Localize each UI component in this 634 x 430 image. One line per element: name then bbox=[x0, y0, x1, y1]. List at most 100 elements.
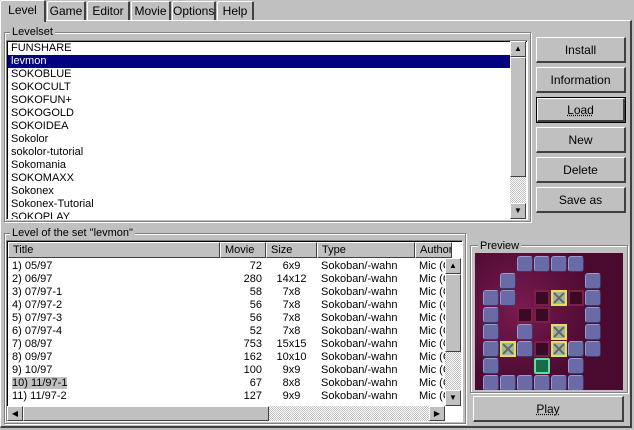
tab-options[interactable]: Options bbox=[172, 1, 216, 20]
levelset-item[interactable]: SOKOBLUE bbox=[8, 68, 511, 81]
delete-button[interactable]: Delete bbox=[536, 157, 626, 183]
cell-text: 127 bbox=[243, 390, 262, 402]
wall-tile bbox=[534, 375, 550, 390]
levelset-item[interactable]: SOKOMAXX bbox=[8, 172, 511, 185]
new-button[interactable]: New bbox=[536, 127, 626, 153]
preview-board bbox=[475, 253, 623, 390]
save-as-button[interactable]: Save as bbox=[536, 187, 626, 213]
cell-col-type: Sokoban/-wahn bbox=[321, 298, 411, 312]
cell-text: Sokoban/-wahn bbox=[321, 338, 398, 350]
wall-tile bbox=[500, 273, 516, 289]
levelset-item[interactable]: sokolor-tutorial bbox=[8, 146, 511, 159]
tab-level[interactable]: Level bbox=[0, 0, 46, 22]
wall-tile bbox=[568, 341, 584, 357]
levelset-item[interactable]: SOKOPLAY bbox=[8, 211, 511, 219]
goal-tile bbox=[534, 341, 550, 357]
levels-scroll-up-button[interactable]: ▲ bbox=[445, 258, 461, 274]
install-button[interactable]: Install bbox=[536, 37, 626, 63]
tab-movie[interactable]: Movie bbox=[131, 1, 171, 20]
preview-group-label: Preview bbox=[478, 240, 522, 252]
load-label: Load bbox=[567, 103, 594, 117]
levels-scroll-down-button[interactable]: ▼ bbox=[445, 390, 461, 406]
levelset-item[interactable]: FUNSHARE bbox=[8, 42, 511, 55]
cell-col-title: 6) 07/97-4 bbox=[12, 324, 216, 338]
cell-col-size: 14x12 bbox=[270, 272, 313, 286]
cell-col-title: 9) 10/97 bbox=[12, 363, 216, 377]
information-button[interactable]: Information bbox=[536, 67, 626, 93]
load-button[interactable]: Load bbox=[536, 97, 626, 123]
table-row[interactable]: 10) 11/97-1 67 8x8 Sokoban/-wahn Mic (G bbox=[8, 376, 447, 390]
cell-text: Mic (G bbox=[419, 325, 447, 337]
cell-col-title: 2) 06/97 bbox=[12, 272, 216, 286]
header-col-type[interactable]: Type bbox=[317, 242, 415, 258]
wall-tile bbox=[568, 256, 584, 272]
levelset-scrollbar[interactable]: ▲ ▼ bbox=[510, 41, 526, 219]
cell-col-movie: 58 bbox=[220, 285, 262, 299]
table-row[interactable]: 1) 05/97 72 6x9 Sokoban/-wahn Mic (G bbox=[8, 259, 447, 273]
tab-editor[interactable]: Editor bbox=[87, 1, 130, 20]
cell-text: Sokoban/-wahn bbox=[321, 299, 398, 311]
table-row[interactable]: 7) 08/97 753 15x15 Sokoban/-wahn Mic (G bbox=[8, 337, 447, 351]
levels-vscrollbar[interactable]: ▲ ▼ bbox=[445, 258, 461, 406]
box-icon bbox=[551, 341, 567, 357]
cell-text: 10) 11/97-1 bbox=[12, 377, 68, 389]
levels-hscrollbar[interactable]: ◀ ▶ bbox=[7, 406, 445, 421]
wall-tile bbox=[483, 358, 499, 374]
cell-col-author: Mic (G bbox=[419, 259, 447, 273]
levelset-list[interactable]: FUNSHARE levmon SOKOBLUE SOKOCULT SOKOFUN+ SO… bbox=[6, 40, 528, 220]
levels-hscroll-thumb[interactable] bbox=[23, 406, 269, 421]
cell-text: 72 bbox=[249, 260, 262, 272]
cell-text: Mic (G bbox=[419, 364, 447, 376]
levels-table[interactable]: Title Movie Size Type Author 1) 05/97 72 6x9 So… bbox=[6, 240, 463, 422]
levelset-item[interactable]: SOKOCULT bbox=[8, 81, 511, 94]
levels-scroll-right-button[interactable]: ▶ bbox=[429, 406, 445, 421]
cell-col-author: Mic (G bbox=[419, 311, 447, 325]
cell-col-title: 3) 07/97-1 bbox=[12, 285, 216, 299]
levelset-item[interactable]: Sokomania bbox=[8, 159, 511, 172]
play-button[interactable]: Play bbox=[473, 396, 624, 422]
cell-col-type: Sokoban/-wahn bbox=[321, 337, 411, 351]
header-col-author[interactable]: Author bbox=[415, 242, 452, 258]
table-row[interactable]: 8) 09/97 162 10x10 Sokoban/-wahn Mic (G bbox=[8, 350, 447, 364]
scroll-up-button[interactable]: ▲ bbox=[510, 41, 526, 57]
table-row[interactable]: 2) 06/97 280 14x12 Sokoban/-wahn Mic (G bbox=[8, 272, 447, 286]
wall-tile bbox=[483, 375, 499, 390]
levelset-item[interactable]: Sokonex bbox=[8, 185, 511, 198]
tab-help[interactable]: Help bbox=[217, 1, 254, 20]
cell-text: 14x12 bbox=[276, 273, 307, 285]
levels-scroll-left-button[interactable]: ◀ bbox=[7, 406, 23, 421]
cell-col-author: Mic (G bbox=[419, 350, 447, 364]
scroll-down-button[interactable]: ▼ bbox=[510, 203, 526, 219]
table-row[interactable]: 3) 07/97-1 58 7x8 Sokoban/-wahn Mic (G bbox=[8, 285, 447, 299]
header-col-size[interactable]: Size bbox=[266, 242, 317, 258]
levelset-item[interactable]: SOKOFUN+ bbox=[8, 94, 511, 107]
table-row[interactable]: 6) 07/97-4 52 7x8 Sokoban/-wahn Mic (G bbox=[8, 324, 447, 338]
cell-col-size: 6x9 bbox=[270, 259, 313, 273]
table-row[interactable]: 4) 07/97-2 56 7x8 Sokoban/-wahn Mic (G bbox=[8, 298, 447, 312]
levelset-item[interactable]: levmon bbox=[8, 55, 511, 68]
cell-col-title: 5) 07/97-3 bbox=[12, 311, 216, 325]
table-row[interactable]: 5) 07/97-3 56 7x8 Sokoban/-wahn Mic (G bbox=[8, 311, 447, 325]
levelset-item[interactable]: Sokolor bbox=[8, 133, 511, 146]
delete-label: Delete bbox=[563, 163, 598, 177]
scroll-thumb[interactable] bbox=[510, 57, 526, 177]
cell-text: 11) 11/97-2 bbox=[12, 390, 67, 402]
levelset-group-label: Levelset bbox=[10, 26, 55, 38]
levelset-item[interactable]: SOKOGOLD bbox=[8, 107, 511, 120]
header-col-title[interactable]: Title bbox=[8, 242, 220, 258]
table-row[interactable]: 9) 10/97 100 9x9 Sokoban/-wahn Mic (G bbox=[8, 363, 447, 377]
cell-text: 8x8 bbox=[282, 377, 301, 389]
table-row[interactable]: 11) 11/97-2 127 9x9 Sokoban/-wahn Mic (G bbox=[8, 389, 447, 403]
cell-text: Sokoban/-wahn bbox=[321, 390, 398, 402]
tab-game[interactable]: Game bbox=[47, 1, 86, 20]
cell-text: 1) 05/97 bbox=[12, 260, 53, 272]
wall-tile bbox=[483, 290, 499, 306]
box-icon bbox=[551, 324, 567, 340]
cell-text: 100 bbox=[243, 364, 262, 376]
header-col-movie[interactable]: Movie bbox=[220, 242, 266, 258]
play-label: Play bbox=[536, 402, 560, 416]
levelset-item[interactable]: SOKOIDEA bbox=[8, 120, 511, 133]
cell-text: 7x8 bbox=[282, 312, 301, 324]
levels-scroll-thumb[interactable] bbox=[445, 274, 461, 352]
levelset-item[interactable]: Sokonex-Tutorial bbox=[8, 198, 511, 211]
